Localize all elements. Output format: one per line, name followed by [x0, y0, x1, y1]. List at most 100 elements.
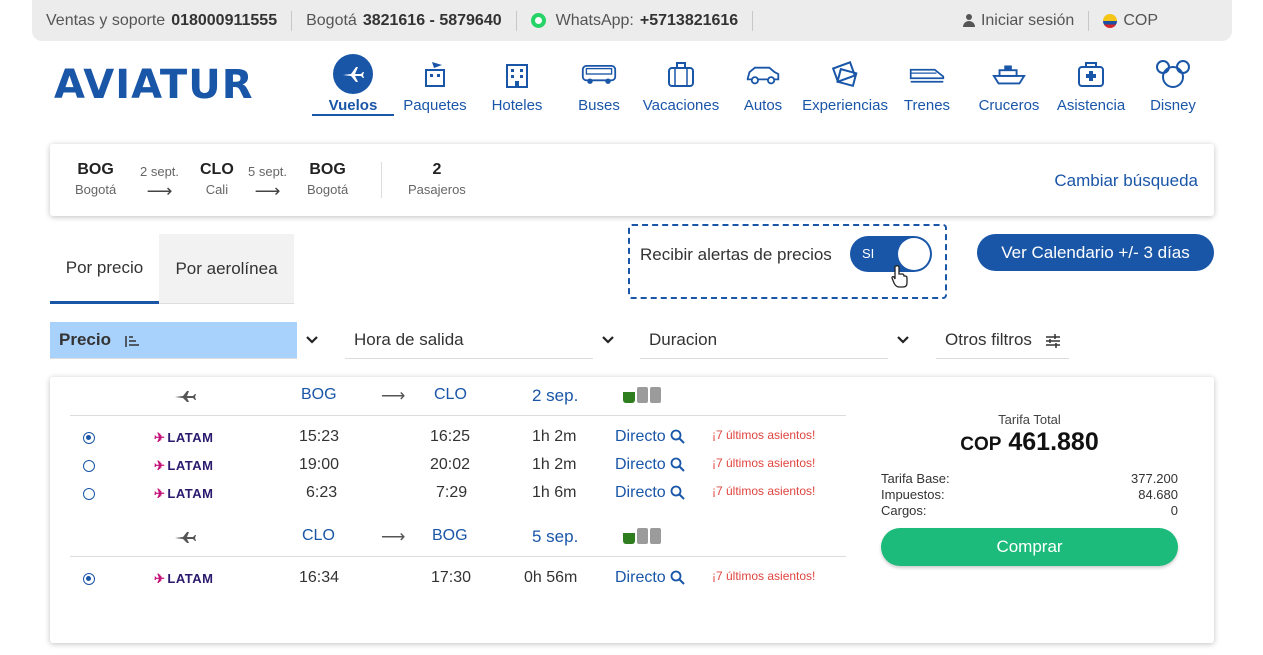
return-date: 5 sept. ⟶: [248, 164, 287, 202]
nav-label: Asistencia: [1056, 97, 1126, 114]
passengers-count: 2: [432, 161, 442, 178]
return-header: CLO ⟶ BOG 5 sep.: [70, 518, 846, 557]
filter-duration[interactable]: Duracion: [640, 321, 918, 359]
buy-button[interactable]: Comprar: [881, 528, 1178, 566]
nav-label: Buses: [578, 97, 620, 114]
flight-radio[interactable]: [83, 460, 95, 472]
carry-on-icon: [637, 528, 648, 544]
departure-time: 16:34: [299, 569, 340, 586]
whatsapp[interactable]: WhatsApp: +5713821616: [517, 0, 753, 41]
seats-warning: ¡7 últimos asientos!: [712, 456, 816, 470]
date-label: 2 sept.: [140, 164, 180, 179]
sales-phone[interactable]: 018000911555: [171, 12, 277, 30]
return-from: CLO: [302, 527, 335, 544]
price-alerts: Recibir alertas de precios SI: [628, 224, 947, 299]
nav-hoteles[interactable]: Hoteles: [476, 56, 558, 116]
price-alerts-label: Recibir alertas de precios: [640, 245, 832, 264]
outbound-from: BOG: [301, 386, 337, 403]
nav-label: Vacaciones: [642, 97, 720, 114]
whatsapp-label: WhatsApp:: [555, 11, 634, 29]
login-link[interactable]: Iniciar sesión: [949, 0, 1088, 41]
seats-warning: ¡7 últimos asientos!: [712, 484, 816, 498]
flight-row[interactable]: ✈ LATAM 15:23 16:25 1h 2m Directo ¡7 últi…: [70, 425, 846, 453]
city-label: Bogotá: [306, 11, 357, 29]
top-contact-bar: Ventas y soporte 018000911555 Bogotá 382…: [32, 0, 1232, 41]
tickets-icon: [827, 56, 863, 92]
destination-code: CLO: [200, 161, 234, 178]
calendar-button[interactable]: Ver Calendario +/- 3 días: [977, 234, 1214, 271]
fees-label: Cargos:: [881, 503, 927, 518]
city-phone[interactable]: 3821616 - 5879640: [363, 12, 502, 30]
flight-row[interactable]: ✈ LATAM 19:00 20:02 1h 2m Directo ¡7 últi…: [70, 453, 846, 481]
nav-autos[interactable]: Autos: [722, 56, 804, 116]
filter-departure[interactable]: Hora de salida: [345, 321, 623, 359]
car-icon: [745, 56, 781, 92]
chevron-down-icon: [593, 321, 623, 359]
login-label: Iniciar sesión: [980, 11, 1075, 29]
direct-link[interactable]: Directo: [615, 428, 685, 446]
currency-label: COP: [1123, 11, 1158, 29]
passengers-label: Pasajeros: [408, 182, 466, 197]
nav-label: Experiencias: [802, 97, 888, 114]
sales-support: Ventas y soporte 018000911555: [32, 0, 291, 41]
flight-radio[interactable]: [83, 432, 95, 444]
nav-trenes[interactable]: Trenes: [886, 56, 968, 116]
latam-logo: ✈ LATAM: [154, 458, 214, 473]
hotel-icon: [499, 56, 535, 92]
main-nav: Vuelos Paquetes Hoteles Buses Vacaciones…: [312, 54, 1214, 116]
passengers: 2 Pasajeros: [408, 161, 466, 197]
nav-asistencia[interactable]: Asistencia: [1050, 56, 1132, 116]
origin: BOG Bogotá: [75, 161, 116, 197]
ship-icon: [991, 56, 1027, 92]
base-value: 377.200: [1131, 471, 1178, 486]
tab-by-price[interactable]: Por precio: [50, 234, 159, 304]
search-icon: [670, 429, 685, 444]
user-icon: [962, 14, 975, 27]
nav-label: Disney: [1150, 97, 1196, 114]
outbound-to: CLO: [434, 386, 467, 403]
carry-on-icon: [637, 387, 648, 403]
nav-vacaciones[interactable]: Vacaciones: [640, 56, 722, 116]
nav-experiencias[interactable]: Experiencias: [802, 56, 888, 116]
airplane-icon: [175, 391, 196, 402]
direct-link[interactable]: Directo: [615, 569, 685, 587]
city-phones: Bogotá 3821616 - 5879640: [292, 0, 516, 41]
departure-time: 19:00: [299, 456, 340, 473]
chevron-down-icon: [297, 321, 327, 359]
arrow-right-icon: ⟶: [381, 386, 406, 405]
arrow-right-icon: ⟶: [381, 527, 406, 546]
latam-logo: ✈ LATAM: [154, 571, 214, 586]
search-summary: BOG Bogotá 2 sept. ⟶ CLO Cali 5 sept. ⟶ …: [50, 144, 1214, 216]
aviatur-logo[interactable]: AVIATUR: [54, 62, 254, 108]
currency-selector[interactable]: COP: [1089, 0, 1172, 41]
airplane-icon: [333, 54, 373, 94]
nav-buses[interactable]: Buses: [558, 56, 640, 116]
flight-row[interactable]: ✈ LATAM 6:23 7:29 1h 6m Directo ¡7 último…: [70, 481, 846, 509]
nav-vuelos[interactable]: Vuelos: [312, 54, 394, 116]
nav-paquetes[interactable]: Paquetes: [394, 56, 476, 116]
date-label: 5 sept.: [248, 164, 288, 179]
departure-time: 15:23: [299, 428, 340, 445]
tab-by-airline[interactable]: Por aerolínea: [159, 234, 294, 304]
search-icon: [670, 457, 685, 472]
whatsapp-phone[interactable]: +5713821616: [640, 12, 738, 30]
nav-label: Paquetes: [403, 97, 467, 114]
filter-others-label: Otros filtros: [945, 330, 1032, 349]
tax-label: Impuestos:: [881, 487, 945, 502]
flight-row[interactable]: ✈ LATAM 16:34 17:30 0h 56m Directo ¡7 últ…: [70, 566, 846, 594]
total-label: Tarifa Total: [998, 412, 1061, 427]
flight-radio[interactable]: [83, 488, 95, 500]
direct-link[interactable]: Directo: [615, 484, 685, 502]
filter-others[interactable]: Otros filtros: [936, 322, 1069, 359]
divider: [752, 10, 754, 31]
nav-disney[interactable]: Disney: [1132, 56, 1214, 116]
arrival-time: 7:29: [436, 484, 468, 501]
total-price: COP 461.880: [881, 428, 1178, 457]
direct-link[interactable]: Directo: [615, 456, 685, 474]
flight-result-card: BOG ⟶ CLO 2 sep. ✈ LATAM 15:23 16:25 1h 2…: [50, 377, 1214, 643]
search-icon: [670, 485, 685, 500]
change-search-link[interactable]: Cambiar búsqueda: [1054, 171, 1198, 191]
filter-price[interactable]: Precio: [50, 321, 327, 359]
flight-radio[interactable]: [83, 573, 95, 585]
nav-cruceros[interactable]: Cruceros: [968, 56, 1050, 116]
